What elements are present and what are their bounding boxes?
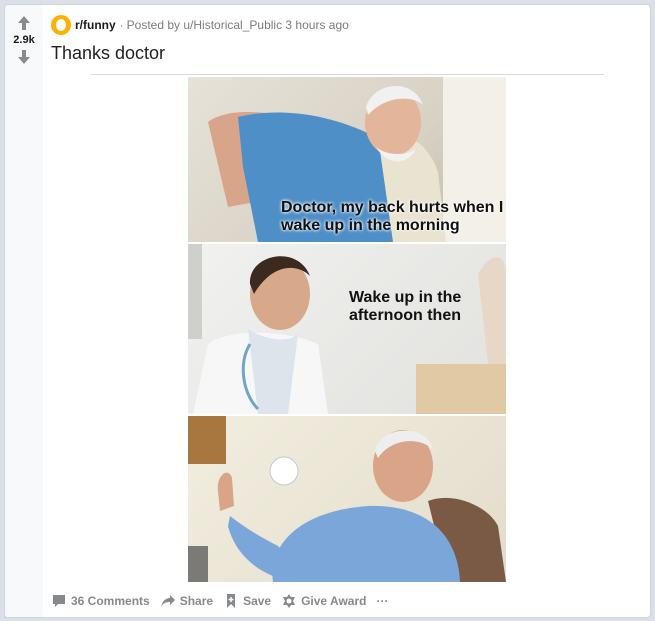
- arrow-up-icon: [18, 16, 30, 30]
- post-content: r/funny · Posted by u/Historical_Public …: [51, 5, 650, 617]
- meta-separator: ·: [119, 18, 124, 32]
- give-award-label: Give Award: [301, 594, 367, 608]
- save-button[interactable]: Save: [223, 593, 271, 609]
- panel-2-illustration: [188, 244, 506, 414]
- panel-3-illustration: [188, 416, 506, 582]
- vote-column: 2.9k: [5, 5, 43, 617]
- share-label: Share: [179, 594, 214, 608]
- award-icon: [283, 594, 296, 608]
- share-icon: [160, 595, 175, 607]
- more-options-button[interactable]: ···: [376, 594, 388, 608]
- comments-label: 36 Comments: [71, 594, 150, 608]
- subreddit-link[interactable]: r/funny: [75, 18, 116, 32]
- vote-score: 2.9k: [13, 34, 35, 46]
- meme-panel-1: Doctor, my back hurts when I wake up in …: [188, 77, 506, 242]
- arrow-down-icon: [18, 50, 30, 64]
- upvote-button[interactable]: [14, 13, 34, 33]
- comment-icon: [53, 595, 65, 607]
- save-icon: [227, 594, 236, 608]
- share-button[interactable]: Share: [160, 593, 213, 609]
- post-actions: 36 Comments Share Save Give Award ···: [51, 593, 388, 609]
- save-label: Save: [243, 594, 272, 608]
- meme-panel-3: [188, 416, 506, 582]
- meme-caption-2: Wake up in the afternoon then: [349, 289, 462, 324]
- meme-caption-1: Doctor, my back hurts when I wake up in …: [281, 199, 504, 234]
- post-title[interactable]: Thanks doctor: [51, 43, 165, 64]
- post-image[interactable]: Doctor, my back hurts when I wake up in …: [188, 77, 506, 582]
- subreddit-avatar[interactable]: [51, 15, 71, 35]
- posted-by-text[interactable]: Posted by u/Historical_Public 3 hours ag…: [127, 18, 349, 32]
- downvote-button[interactable]: [14, 47, 34, 67]
- comments-button[interactable]: 36 Comments: [51, 593, 150, 609]
- post-meta: r/funny · Posted by u/Historical_Public …: [51, 15, 349, 35]
- post-card[interactable]: 2.9k r/funny · Posted by u/Historical_Pu…: [4, 4, 651, 618]
- title-divider: [91, 74, 604, 75]
- more-icon: ···: [376, 594, 389, 608]
- meme-panel-2: Wake up in the afternoon then: [188, 244, 506, 414]
- give-award-button[interactable]: Give Award: [281, 593, 366, 609]
